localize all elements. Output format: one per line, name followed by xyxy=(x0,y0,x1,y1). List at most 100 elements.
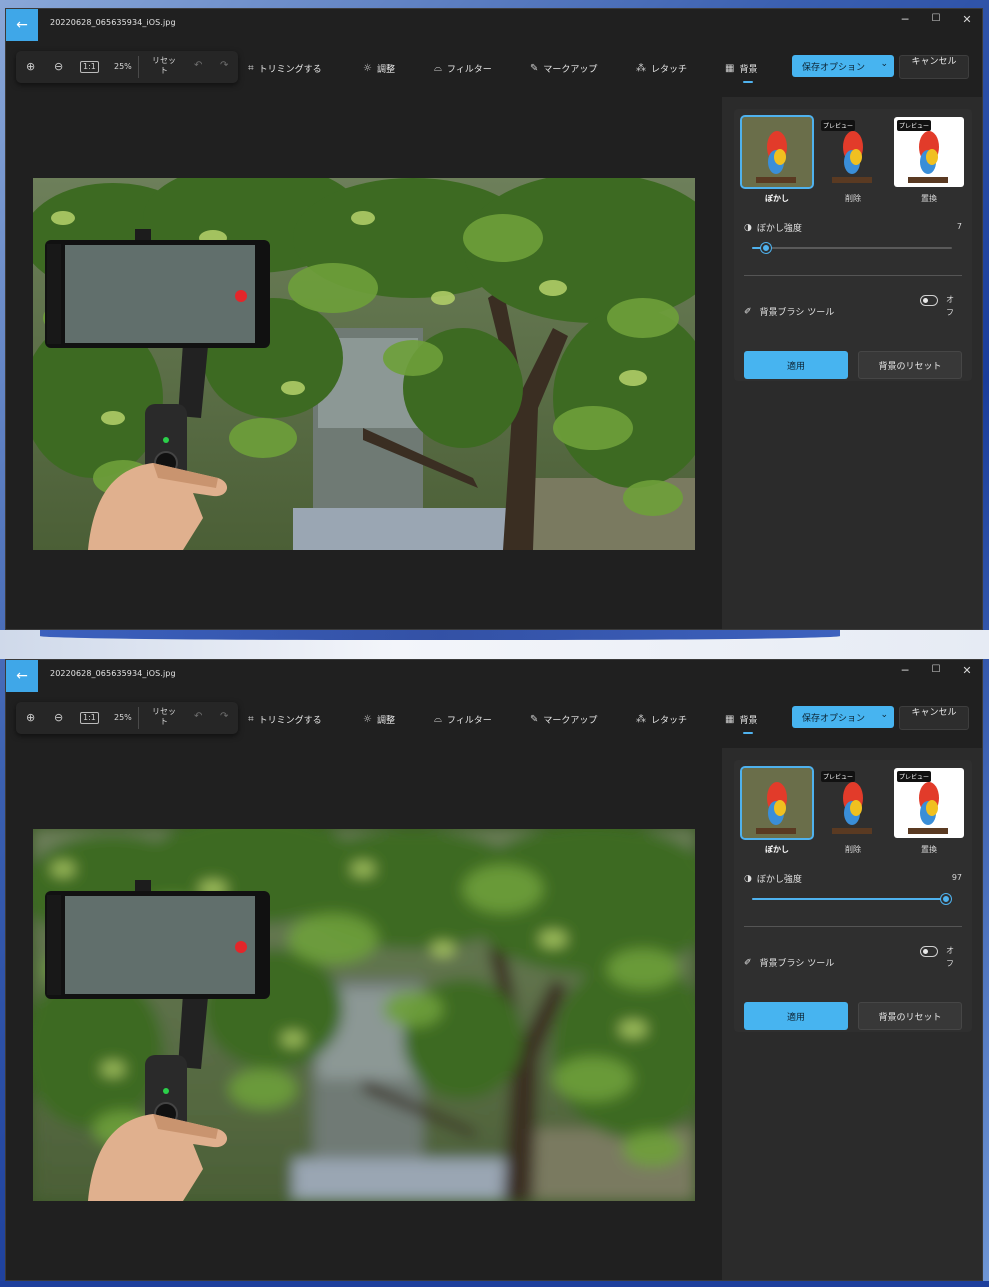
tool-adjust[interactable]: ☼ 調整 xyxy=(363,60,395,76)
blur-strength-slider[interactable] xyxy=(752,894,952,904)
chevron-down-icon: ⌄ xyxy=(880,710,888,720)
preview-badge: プレビュー xyxy=(821,771,856,782)
blur-strength-heading: ◑ ぼかし強度 xyxy=(744,872,802,886)
desktop-wallpaper-bottom xyxy=(0,1281,989,1287)
minimize-button[interactable]: ─ xyxy=(894,13,916,29)
maximize-button[interactable]: ☐ xyxy=(925,13,947,29)
option-replace-label: 置換 xyxy=(921,194,937,203)
blur-strength-heading: ◑ ぼかし強度 xyxy=(744,221,802,235)
tool-markup[interactable]: ✎ マークアップ xyxy=(530,60,597,76)
option-remove-label: 削除 xyxy=(845,845,861,854)
back-arrow-icon: ← xyxy=(16,668,28,684)
tool-markup[interactable]: ✎ マークアップ xyxy=(530,711,597,727)
save-options-label: 保存オプション xyxy=(802,62,866,73)
tool-retouch[interactable]: ⁂ レタッチ xyxy=(636,60,687,76)
zoom-in-icon[interactable]: ⊕ xyxy=(26,60,35,73)
desktop-wallpaper-strip xyxy=(0,630,989,659)
tool-crop-label: トリミングする xyxy=(258,64,322,75)
brush-icon: ✐ xyxy=(744,957,752,968)
background-icon: ▦ xyxy=(725,713,735,725)
reset-background-button[interactable]: 背景のリセット xyxy=(858,351,962,379)
toolbar: ⊕ ⊖ 1:1 25% リセット ↶ ↷ ⌗ トリミングする ☼ 調整 ⌓ フィルター… xyxy=(6,700,982,740)
crop-icon: ⌗ xyxy=(248,62,254,74)
tool-background[interactable]: ▦ 背景 xyxy=(725,60,758,83)
redo-icon[interactable]: ↷ xyxy=(220,60,228,71)
option-blur[interactable] xyxy=(740,766,814,840)
option-blur-label: ぼかし xyxy=(765,845,789,854)
reset-background-button[interactable]: 背景のリセット xyxy=(858,1002,962,1030)
blur-strength-label: ぼかし強度 xyxy=(756,875,802,885)
retouch-icon: ⁂ xyxy=(636,713,646,725)
brush-icon: ✐ xyxy=(744,306,752,317)
actual-size-icon[interactable]: 1:1 xyxy=(80,712,99,724)
background-options-card: プレビュー プレビュー ぼかし 削除 置換 ◑ ぼかし強度 7 ✐ 背景ブラシ ツー… xyxy=(734,109,972,381)
save-options-button[interactable]: 保存オプション ⌄ xyxy=(792,55,894,77)
brush-tool-toggle[interactable] xyxy=(920,295,938,306)
toolbar-divider xyxy=(138,707,139,729)
tool-crop[interactable]: ⌗ トリミングする xyxy=(248,711,322,727)
back-button[interactable]: ← xyxy=(6,660,38,692)
toolbar-divider xyxy=(138,56,139,78)
slider-thumb[interactable] xyxy=(941,894,951,904)
panel-divider xyxy=(744,926,962,927)
apply-button[interactable]: 適用 xyxy=(744,1002,848,1030)
option-remove[interactable]: プレビュー xyxy=(818,768,888,838)
zoom-level[interactable]: 25% xyxy=(114,713,132,722)
back-button[interactable]: ← xyxy=(6,9,38,41)
contrast-icon: ◑ xyxy=(744,873,752,884)
cancel-button[interactable]: キャンセル xyxy=(899,706,969,730)
tool-background[interactable]: ▦ 背景 xyxy=(725,711,758,734)
close-button[interactable]: ✕ xyxy=(956,13,978,29)
tool-retouch[interactable]: ⁂ レタッチ xyxy=(636,711,687,727)
filter-icon: ⌓ xyxy=(434,713,442,725)
slider-thumb[interactable] xyxy=(761,243,771,253)
zoom-level[interactable]: 25% xyxy=(114,62,132,71)
toggle-state-label: オフ xyxy=(946,946,954,968)
zoom-out-icon[interactable]: ⊖ xyxy=(54,711,63,724)
background-panel: プレビュー プレビュー ぼかし 削除 置換 ◑ ぼかし強度 7 ✐ 背景ブラシ ツー… xyxy=(722,97,982,629)
undo-icon[interactable]: ↶ xyxy=(194,60,202,71)
parrot-thumbnail xyxy=(742,117,812,187)
tool-adjust-label: 調整 xyxy=(376,715,395,726)
photos-window-low-blur: ← 20220628_065635934_iOS.jpg ─ ☐ ✕ ⊕ ⊖ 1… xyxy=(5,8,983,630)
tool-crop[interactable]: ⌗ トリミングする xyxy=(248,60,322,76)
tool-filter[interactable]: ⌓ フィルター xyxy=(434,711,492,727)
brush-tool-label: 背景ブラシ ツール xyxy=(759,959,835,969)
panel-divider xyxy=(744,275,962,276)
option-remove[interactable]: プレビュー xyxy=(818,117,888,187)
blur-strength-value: 7 xyxy=(956,222,962,231)
reset-button[interactable]: リセット xyxy=(150,56,178,76)
zoom-out-icon[interactable]: ⊖ xyxy=(54,60,63,73)
option-blur[interactable] xyxy=(740,115,814,189)
minimize-button[interactable]: ─ xyxy=(894,664,916,680)
zoom-in-icon[interactable]: ⊕ xyxy=(26,711,35,724)
maximize-button[interactable]: ☐ xyxy=(925,664,947,680)
blur-strength-slider[interactable] xyxy=(752,243,952,253)
undo-icon[interactable]: ↶ xyxy=(194,711,202,722)
brightness-icon: ☼ xyxy=(363,713,372,725)
tool-background-label: 背景 xyxy=(739,64,758,75)
preview-badge: プレビュー xyxy=(821,120,856,131)
tool-adjust[interactable]: ☼ 調整 xyxy=(363,711,395,727)
redo-icon[interactable]: ↷ xyxy=(220,711,228,722)
reset-button[interactable]: リセット xyxy=(150,707,178,727)
tool-filter[interactable]: ⌓ フィルター xyxy=(434,60,492,76)
brush-tool-toggle[interactable] xyxy=(920,946,938,957)
tool-retouch-label: レタッチ xyxy=(651,715,688,726)
zoom-group: ⊕ ⊖ 1:1 25% リセット ↶ ↷ xyxy=(16,51,238,83)
cancel-button[interactable]: キャンセル xyxy=(899,55,969,79)
option-replace[interactable]: プレビュー xyxy=(894,117,964,187)
image-canvas xyxy=(6,748,722,1280)
background-panel: プレビュー プレビュー ぼかし 削除 置換 ◑ ぼかし強度 97 ✐ 背景ブラシ ツ… xyxy=(722,748,982,1280)
tool-background-label: 背景 xyxy=(739,715,758,726)
apply-button[interactable]: 適用 xyxy=(744,351,848,379)
close-button[interactable]: ✕ xyxy=(956,664,978,680)
chevron-down-icon: ⌄ xyxy=(880,59,888,69)
save-options-button[interactable]: 保存オプション ⌄ xyxy=(792,706,894,728)
actual-size-icon[interactable]: 1:1 xyxy=(80,61,99,73)
slider-fill xyxy=(752,898,946,900)
slider-track xyxy=(752,247,952,249)
image-canvas xyxy=(6,97,722,629)
option-replace[interactable]: プレビュー xyxy=(894,768,964,838)
title-bar: ← 20220628_065635934_iOS.jpg ─ ☐ ✕ xyxy=(6,660,982,692)
